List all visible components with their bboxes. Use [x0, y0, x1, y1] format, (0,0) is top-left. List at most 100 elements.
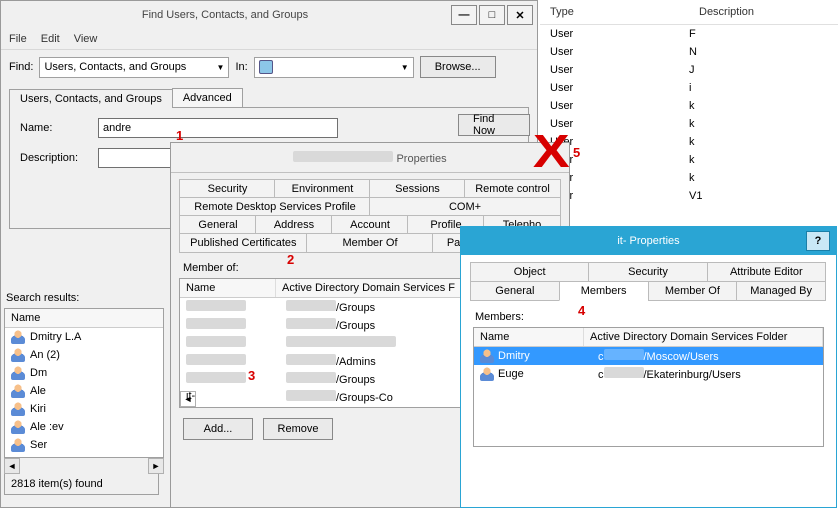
group-tabs: ObjectSecurityAttribute EditorGeneralMem… — [471, 263, 826, 301]
annotation-4: 4 — [578, 303, 585, 318]
group-tab[interactable]: Attribute Editor — [707, 262, 826, 282]
help-button[interactable]: ? — [806, 231, 830, 251]
status-bar: 2818 item(s) found — [4, 474, 159, 495]
menu-edit[interactable]: Edit — [41, 33, 60, 45]
prop-tab[interactable]: Remote Desktop Services Profile — [179, 197, 371, 217]
domain-icon — [259, 60, 273, 74]
search-results-panel: Search results: Name Dmitry L.AAn (2)DmA… — [4, 288, 164, 495]
person-icon — [11, 402, 25, 416]
desc-label: Description: — [20, 152, 88, 164]
menu-view[interactable]: View — [74, 33, 98, 45]
prop-tab[interactable]: Published Certificates — [179, 233, 308, 253]
result-item[interactable]: Dm — [5, 364, 163, 382]
group-tab[interactable]: Object — [470, 262, 589, 282]
name-input[interactable] — [98, 118, 338, 138]
person-icon — [480, 367, 494, 381]
person-icon — [11, 366, 25, 380]
annotation-2: 2 — [287, 252, 294, 267]
grid-row[interactable]: Userk — [540, 115, 838, 133]
group-properties-window: it- Properties ? ObjectSecurityAttribute… — [460, 226, 837, 508]
find-title: Find Users, Contacts, and Groups — [1, 9, 449, 21]
col-name[interactable]: Name — [474, 328, 584, 346]
person-icon — [11, 384, 25, 398]
group-titlebar[interactable]: it- Properties ? — [461, 227, 836, 255]
prop-tab[interactable]: Sessions — [369, 179, 466, 199]
members-label: Members: — [475, 311, 822, 323]
red-x-mark: X — [533, 124, 570, 178]
minimize-button[interactable]: — — [451, 5, 477, 25]
person-icon — [11, 420, 25, 434]
remove-button[interactable]: Remove — [263, 418, 333, 440]
close-button[interactable]: ✕ — [507, 5, 533, 25]
group-tab[interactable]: Security — [588, 262, 707, 282]
add-button[interactable]: Add... — [183, 418, 253, 440]
prop-tab[interactable]: Remote control — [464, 179, 561, 199]
grid-row[interactable]: Userk — [540, 133, 838, 151]
in-label: In: — [235, 61, 247, 73]
results-list[interactable]: Name Dmitry L.AAn (2)DmAleKiriAle :evSer — [4, 308, 164, 458]
result-item[interactable]: Ale — [5, 382, 163, 400]
result-item[interactable]: Dmitry L.A — [5, 328, 163, 346]
result-item[interactable]: Ale :ev — [5, 418, 163, 436]
find-label: Find: — [9, 61, 33, 73]
result-item[interactable]: Ser — [5, 436, 163, 454]
tab-advanced[interactable]: Advanced — [172, 88, 243, 107]
scroll-left[interactable]: ◄ — [4, 458, 20, 474]
prop-tab[interactable]: Environment — [274, 179, 371, 199]
prop-tab[interactable]: Account — [331, 215, 409, 235]
col-type[interactable]: Type — [540, 0, 689, 24]
scroll-right[interactable]: ► — [148, 458, 164, 474]
grid-row[interactable]: UserN — [540, 43, 838, 61]
col-name[interactable]: Name — [180, 279, 276, 297]
person-icon — [11, 348, 25, 362]
grid-row[interactable]: Userk — [540, 151, 838, 169]
member-row[interactable]: Eugec/Ekaterinburg/Users — [474, 365, 823, 383]
person-icon — [11, 330, 25, 344]
person-icon — [480, 349, 494, 363]
prop-tab[interactable]: Security — [179, 179, 276, 199]
group-tab[interactable]: Managed By — [736, 281, 826, 301]
scroll-left[interactable]: ◄ — [180, 391, 196, 407]
grid-row[interactable]: Userk — [540, 97, 838, 115]
annotation-5: 5 — [573, 145, 580, 160]
annotation-1: 1 — [176, 128, 183, 143]
prop-tab[interactable]: Member Of — [306, 233, 435, 253]
maximize-button[interactable]: □ — [479, 5, 505, 25]
prop-tab[interactable]: COM+ — [369, 197, 561, 217]
group-tab[interactable]: General — [470, 281, 560, 301]
result-item[interactable]: An (2) — [5, 346, 163, 364]
desc-input[interactable] — [98, 148, 178, 168]
prop-tab[interactable]: General — [179, 215, 257, 235]
find-titlebar: Find Users, Contacts, and Groups — □ ✕ — [1, 1, 537, 29]
col-folder[interactable]: Active Directory Domain Services Folder — [584, 328, 823, 346]
member-row[interactable]: Dmitryc/Moscow/Users — [474, 347, 823, 365]
grid-header: Type Description — [540, 0, 838, 25]
prop-tab[interactable]: Address — [255, 215, 333, 235]
adu-grid: Type Description UserFUserNUserJUseriUse… — [540, 0, 838, 226]
browse-button[interactable]: Browse... — [420, 56, 496, 78]
in-select[interactable]: ▼ — [254, 57, 414, 78]
find-now-button[interactable]: Find Now — [458, 114, 530, 136]
tab-users[interactable]: Users, Contacts, and Groups — [9, 89, 173, 108]
find-type-select[interactable]: Users, Contacts, and Groups▼ — [39, 57, 229, 78]
name-label: Name: — [20, 122, 88, 134]
group-title: it- Properties — [617, 235, 679, 247]
group-tab[interactable]: Member Of — [648, 281, 738, 301]
menu-file[interactable]: File — [9, 33, 27, 45]
chevron-down-icon: ▼ — [217, 63, 225, 72]
grid-row[interactable]: Useri — [540, 79, 838, 97]
results-col-name[interactable]: Name — [5, 309, 163, 328]
result-item[interactable]: Kiri — [5, 400, 163, 418]
grid-row[interactable]: UserJ — [540, 61, 838, 79]
group-tab[interactable]: Members — [559, 281, 649, 301]
grid-row[interactable]: UserF — [540, 25, 838, 43]
annotation-3: 3 — [248, 368, 255, 383]
person-icon — [11, 438, 25, 452]
prop-titlebar[interactable]: Properties — [171, 143, 569, 173]
chevron-down-icon: ▼ — [401, 63, 409, 72]
search-results-label: Search results: — [6, 292, 162, 304]
grid-row[interactable]: Userk — [540, 169, 838, 187]
col-desc[interactable]: Description — [689, 0, 838, 24]
members-list[interactable]: Name Active Directory Domain Services Fo… — [473, 327, 824, 447]
grid-row[interactable]: UserV1 — [540, 187, 838, 205]
